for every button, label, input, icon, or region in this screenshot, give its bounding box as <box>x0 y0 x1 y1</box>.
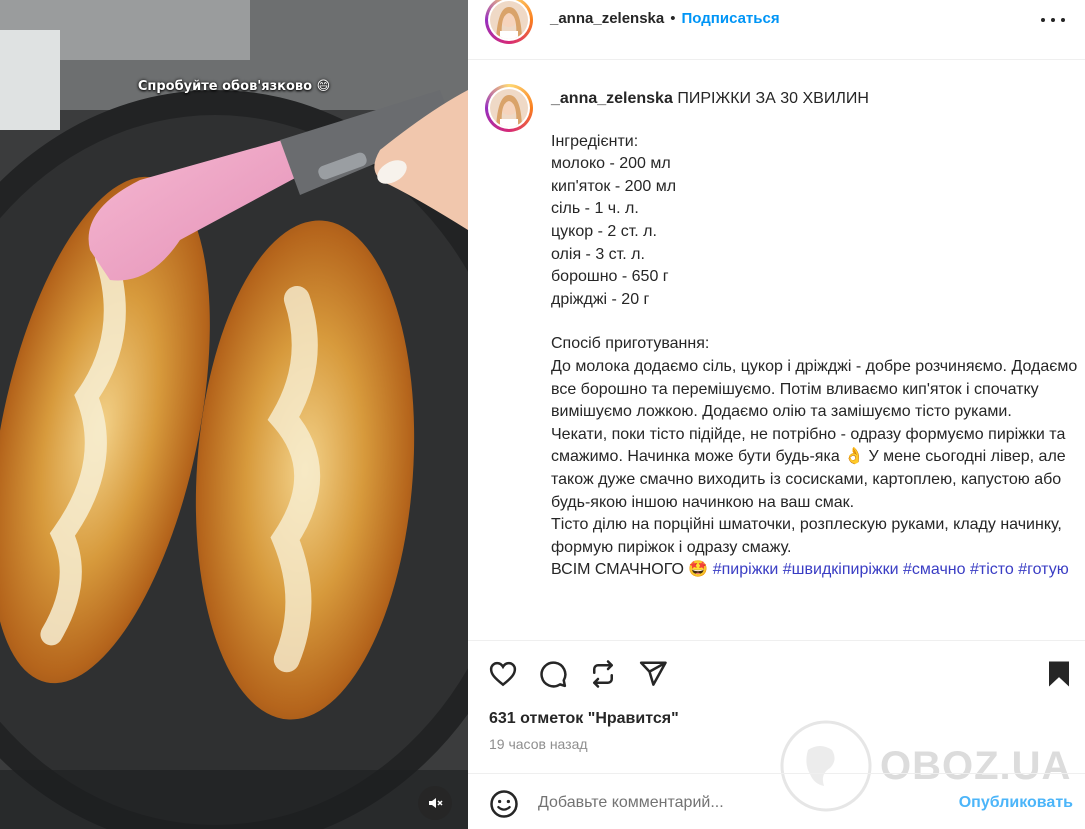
likes-count[interactable]: 631 отметок "Нравится" <box>489 710 679 728</box>
follow-button[interactable]: Подписаться <box>682 10 780 27</box>
comment-bar: Опубликовать <box>468 773 1085 829</box>
header-username[interactable]: _anna_zelenska <box>550 10 664 27</box>
comment-icon[interactable] <box>538 659 568 689</box>
send-icon[interactable] <box>638 659 668 689</box>
ingredient-item: сіль - 1 ч. л. <box>551 200 639 218</box>
caption-username[interactable]: _anna_zelenska <box>551 90 673 107</box>
post-media[interactable]: Спробуйте обов'язково 😄 <box>0 0 468 829</box>
publish-button[interactable]: Опубликовать <box>959 794 1073 812</box>
action-bar <box>468 640 1085 702</box>
ingredients-heading: Інгредієнти: <box>551 132 639 150</box>
method-paragraph: До молока додаємо сіль, цукор і дріжджі … <box>551 357 1078 421</box>
hashtag-link[interactable]: #швидкіпиріжки <box>783 561 899 578</box>
avatar[interactable] <box>485 0 533 44</box>
repost-icon[interactable] <box>588 659 618 689</box>
caption-title-line: _anna_zelenska ПИРІЖКИ ЗА 30 ХВИЛИН <box>551 88 1081 111</box>
ingredient-item: молоко - 200 мл <box>551 155 671 173</box>
hashtag-link[interactable]: #пиріжки <box>713 561 779 578</box>
header-user-line: _anna_zelenska • Подписаться <box>550 10 780 27</box>
video-overlay-caption: Спробуйте обов'язково 😄 <box>137 79 331 94</box>
post-timestamp[interactable]: 19 часов назад <box>489 736 588 752</box>
method-paragraph: Тісто ділю на порційні шматочки, розплес… <box>551 516 1062 556</box>
caption-scroll-area[interactable]: _anna_zelenska ПИРІЖКИ ЗА 30 ХВИЛИН Інгр… <box>468 61 1085 640</box>
ingredient-item: кип'яток - 200 мл <box>551 177 677 195</box>
caption-avatar[interactable] <box>485 84 533 132</box>
hashtag-link[interactable]: #тісто <box>970 561 1014 578</box>
comment-input[interactable] <box>538 794 938 812</box>
more-options-icon[interactable] <box>1041 10 1065 30</box>
caption-title: ПИРІЖКИ ЗА 30 ХВИЛИН <box>677 90 869 107</box>
mute-button[interactable] <box>418 786 452 820</box>
hashtag-link[interactable]: #готую <box>1018 561 1068 578</box>
emoji-icon[interactable] <box>489 789 519 819</box>
heart-icon[interactable] <box>488 659 518 689</box>
method-paragraph: Чекати, поки тісто підійде, не потрібно … <box>551 425 1066 511</box>
ingredient-item: цукор - 2 ст. л. <box>551 222 657 240</box>
ingredient-item: олія - 3 ст. л. <box>551 245 645 263</box>
separator-dot: • <box>670 10 676 27</box>
bookmark-icon[interactable] <box>1044 659 1074 689</box>
video-frame <box>0 0 468 829</box>
method-heading: Спосіб приготування: <box>551 335 710 353</box>
post-caption: _anna_zelenska ПИРІЖКИ ЗА 30 ХВИЛИН Інгр… <box>551 88 1081 582</box>
ingredient-item: борошно - 650 г <box>551 268 669 286</box>
avatar-image <box>490 1 528 39</box>
post-header: _anna_zelenska • Подписаться <box>468 0 1085 60</box>
hashtag-link[interactable]: #смачно <box>903 561 966 578</box>
sign-off-line: ВСІМ СМАЧНОГО 🤩 #пиріжки #швидкіпиріжки … <box>551 559 1081 582</box>
sign-off-text: ВСІМ СМАЧНОГО 🤩 <box>551 561 709 579</box>
post-details-panel: _anna_zelenska • Подписаться _anna_zelen… <box>468 0 1085 829</box>
muted-speaker-icon <box>429 798 443 808</box>
avatar-image <box>490 89 528 127</box>
ingredient-item: дріжджі - 20 г <box>551 290 650 308</box>
